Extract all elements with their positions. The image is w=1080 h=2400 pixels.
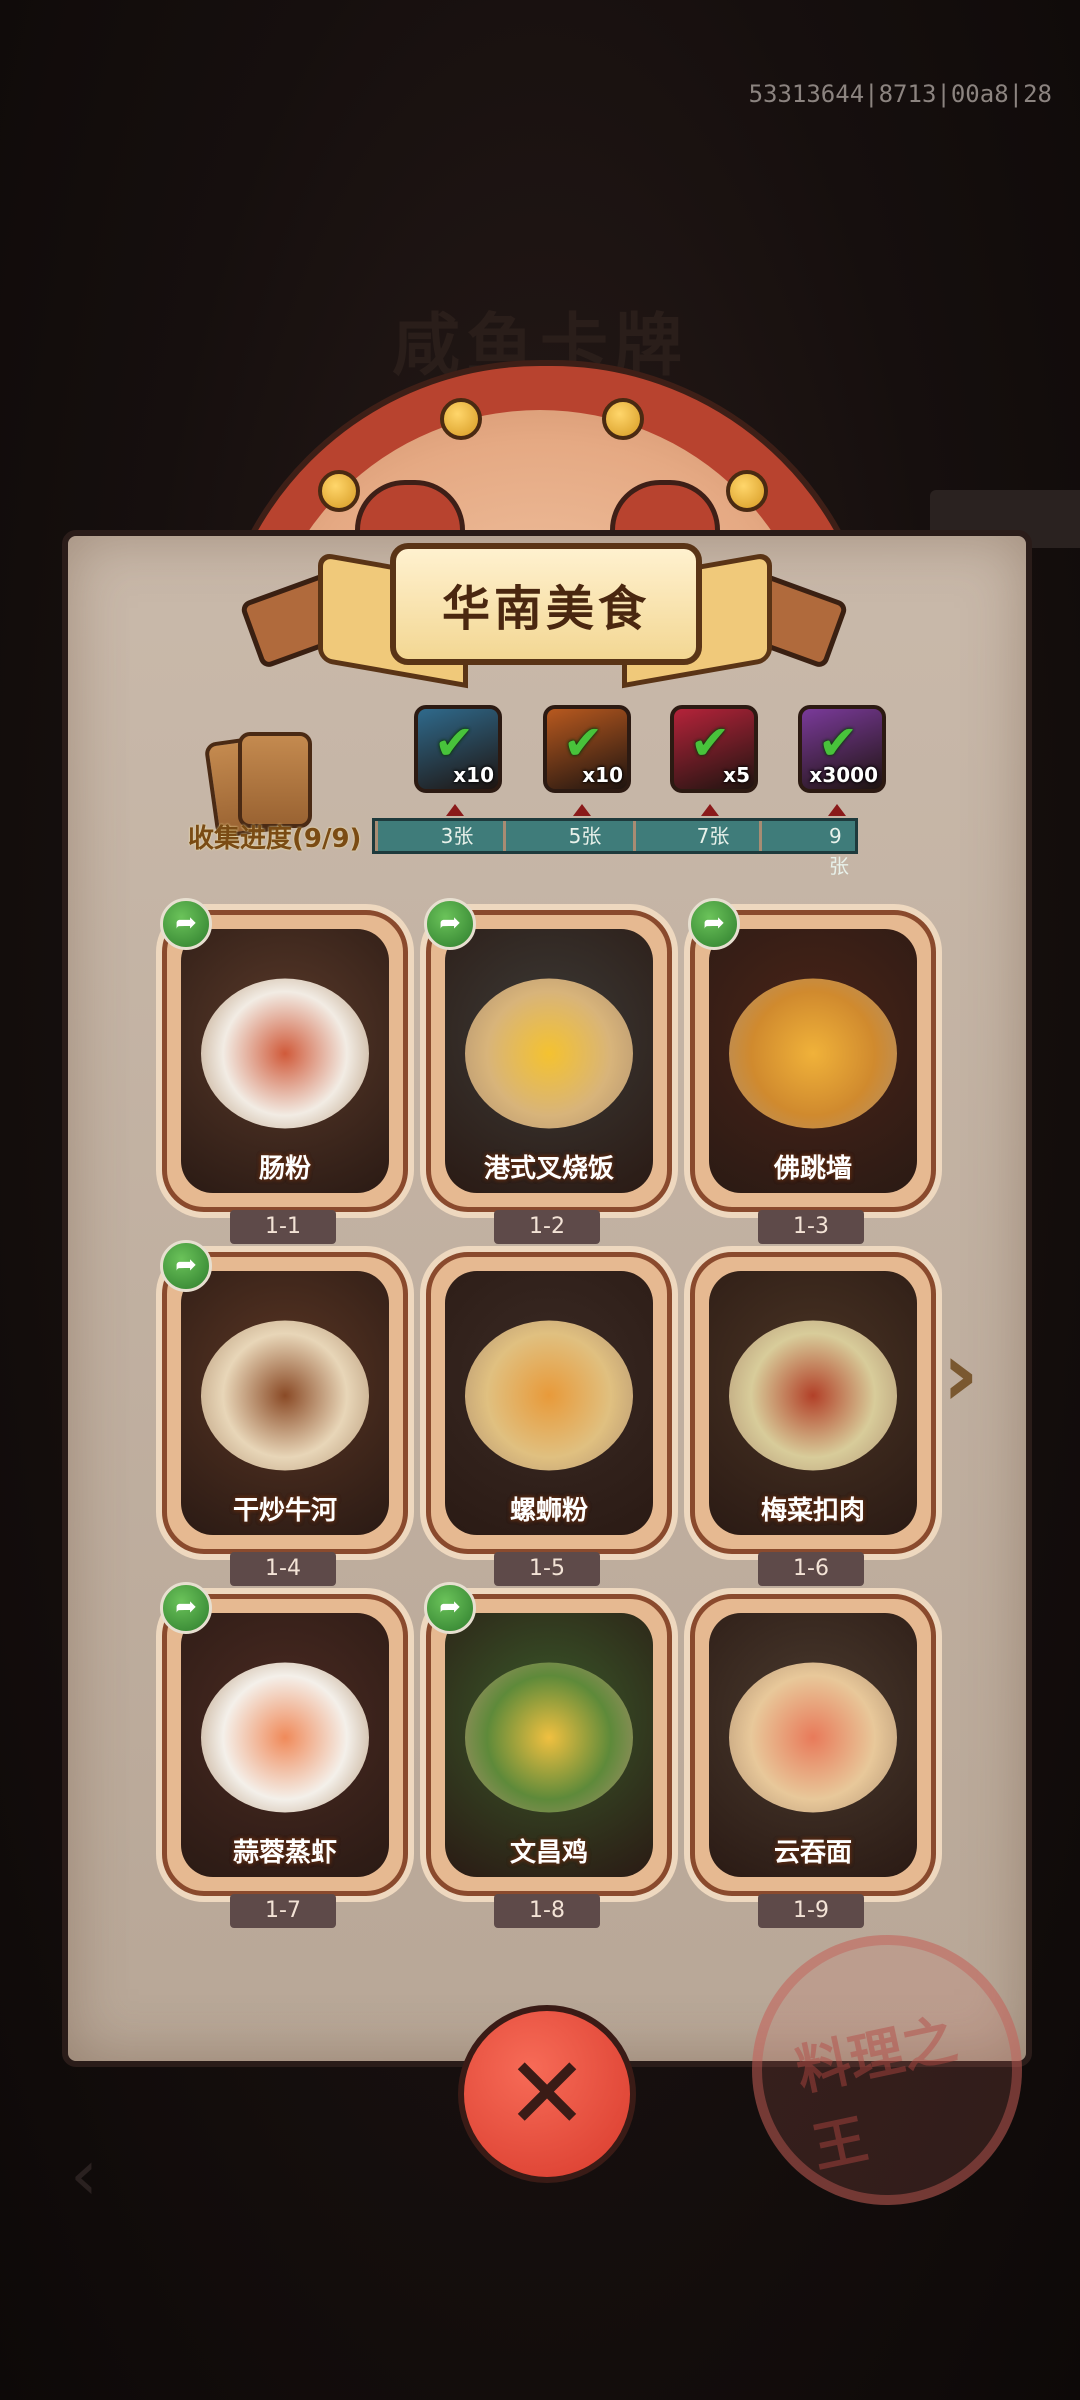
card-name: 港式叉烧饭: [483, 1154, 614, 1184]
food-card[interactable]: 佛跳墙: [690, 910, 936, 1212]
card-name: 文昌鸡: [509, 1838, 588, 1868]
card-name: 螺蛳粉: [509, 1496, 588, 1526]
card-number: 1-8: [494, 1894, 600, 1928]
collection-progress-label: 收集进度(9/9): [188, 824, 362, 854]
next-arrow-icon[interactable]: ›: [942, 1325, 1000, 1425]
rivet-icon: [726, 470, 768, 512]
milestone-label: 7张: [696, 824, 730, 848]
share-icon[interactable]: ➦: [160, 1582, 212, 1634]
food-card[interactable]: 港式叉烧饭: [426, 910, 672, 1212]
milestone-label: 9张: [829, 824, 849, 878]
dish-illustration: [201, 978, 369, 1129]
card-number: 1-2: [494, 1210, 600, 1244]
food-card[interactable]: 文昌鸡: [426, 1594, 672, 1896]
food-card[interactable]: 干炒牛河: [162, 1252, 408, 1554]
rivet-icon: [602, 398, 644, 440]
card-number: 1-7: [230, 1894, 336, 1928]
collection-progress-track: 3张 5张 7张 9张: [372, 818, 858, 878]
card-name: 佛跳墙: [773, 1154, 852, 1184]
dish-illustration: [465, 978, 633, 1129]
food-card[interactable]: 云吞面: [690, 1594, 936, 1896]
milestone-marker: [573, 804, 591, 816]
food-card[interactable]: 螺蛳粉: [426, 1252, 672, 1554]
reward-gem[interactable]: ✔ x3000: [798, 705, 886, 793]
milestone-marker: [446, 804, 464, 816]
reward-key[interactable]: ✔ x10: [543, 705, 631, 793]
card-number: 1-6: [758, 1552, 864, 1586]
card-number: 1-9: [758, 1894, 864, 1928]
dish-illustration: [201, 1662, 369, 1813]
food-card[interactable]: 蒜蓉蒸虾: [162, 1594, 408, 1896]
milestone-marker: [701, 804, 719, 816]
stamp-seal: 料理之王: [752, 1935, 1022, 2205]
card-number: 1-1: [230, 1210, 336, 1244]
reward-orb[interactable]: ✔ x5: [670, 705, 758, 793]
food-card[interactable]: 肠粉: [162, 910, 408, 1212]
milestone-label: 5张: [568, 824, 602, 848]
debug-id: 53313644|8713|00a8|28: [748, 80, 1052, 108]
card-name: 蒜蓉蒸虾: [232, 1838, 337, 1868]
share-icon[interactable]: ➦: [424, 898, 476, 950]
dish-illustration: [729, 1320, 897, 1471]
share-icon[interactable]: ➦: [160, 1240, 212, 1292]
dish-illustration: [465, 1662, 633, 1813]
milestone-label: 3张: [440, 824, 474, 848]
card-stack-icon: [203, 732, 320, 839]
dish-illustration: [201, 1320, 369, 1471]
dish-illustration: [729, 978, 897, 1129]
share-icon[interactable]: ➦: [160, 898, 212, 950]
page-title: 华南美食: [441, 581, 650, 637]
rivet-icon: [318, 470, 360, 512]
card-number: 1-4: [230, 1552, 336, 1586]
card-name: 肠粉: [258, 1154, 311, 1184]
card-name: 梅菜扣肉: [760, 1496, 865, 1526]
card-number: 1-5: [494, 1552, 600, 1586]
share-icon[interactable]: ➦: [688, 898, 740, 950]
title-banner: 华南美食: [390, 543, 702, 665]
close-icon: ✕: [505, 2035, 589, 2152]
dish-illustration: [729, 1662, 897, 1813]
milestone-marker: [828, 804, 846, 816]
card-number: 1-3: [758, 1210, 864, 1244]
back-arrow-icon: ‹: [70, 2134, 98, 2216]
card-name: 云吞面: [773, 1838, 852, 1868]
food-card[interactable]: 梅菜扣肉: [690, 1252, 936, 1554]
card-name: 干炒牛河: [232, 1496, 337, 1526]
rivet-icon: [440, 398, 482, 440]
close-button[interactable]: ✕: [458, 2005, 636, 2183]
reward-chest[interactable]: ✔ x10: [414, 705, 502, 793]
share-icon[interactable]: ➦: [424, 1582, 476, 1634]
dish-illustration: [465, 1320, 633, 1471]
